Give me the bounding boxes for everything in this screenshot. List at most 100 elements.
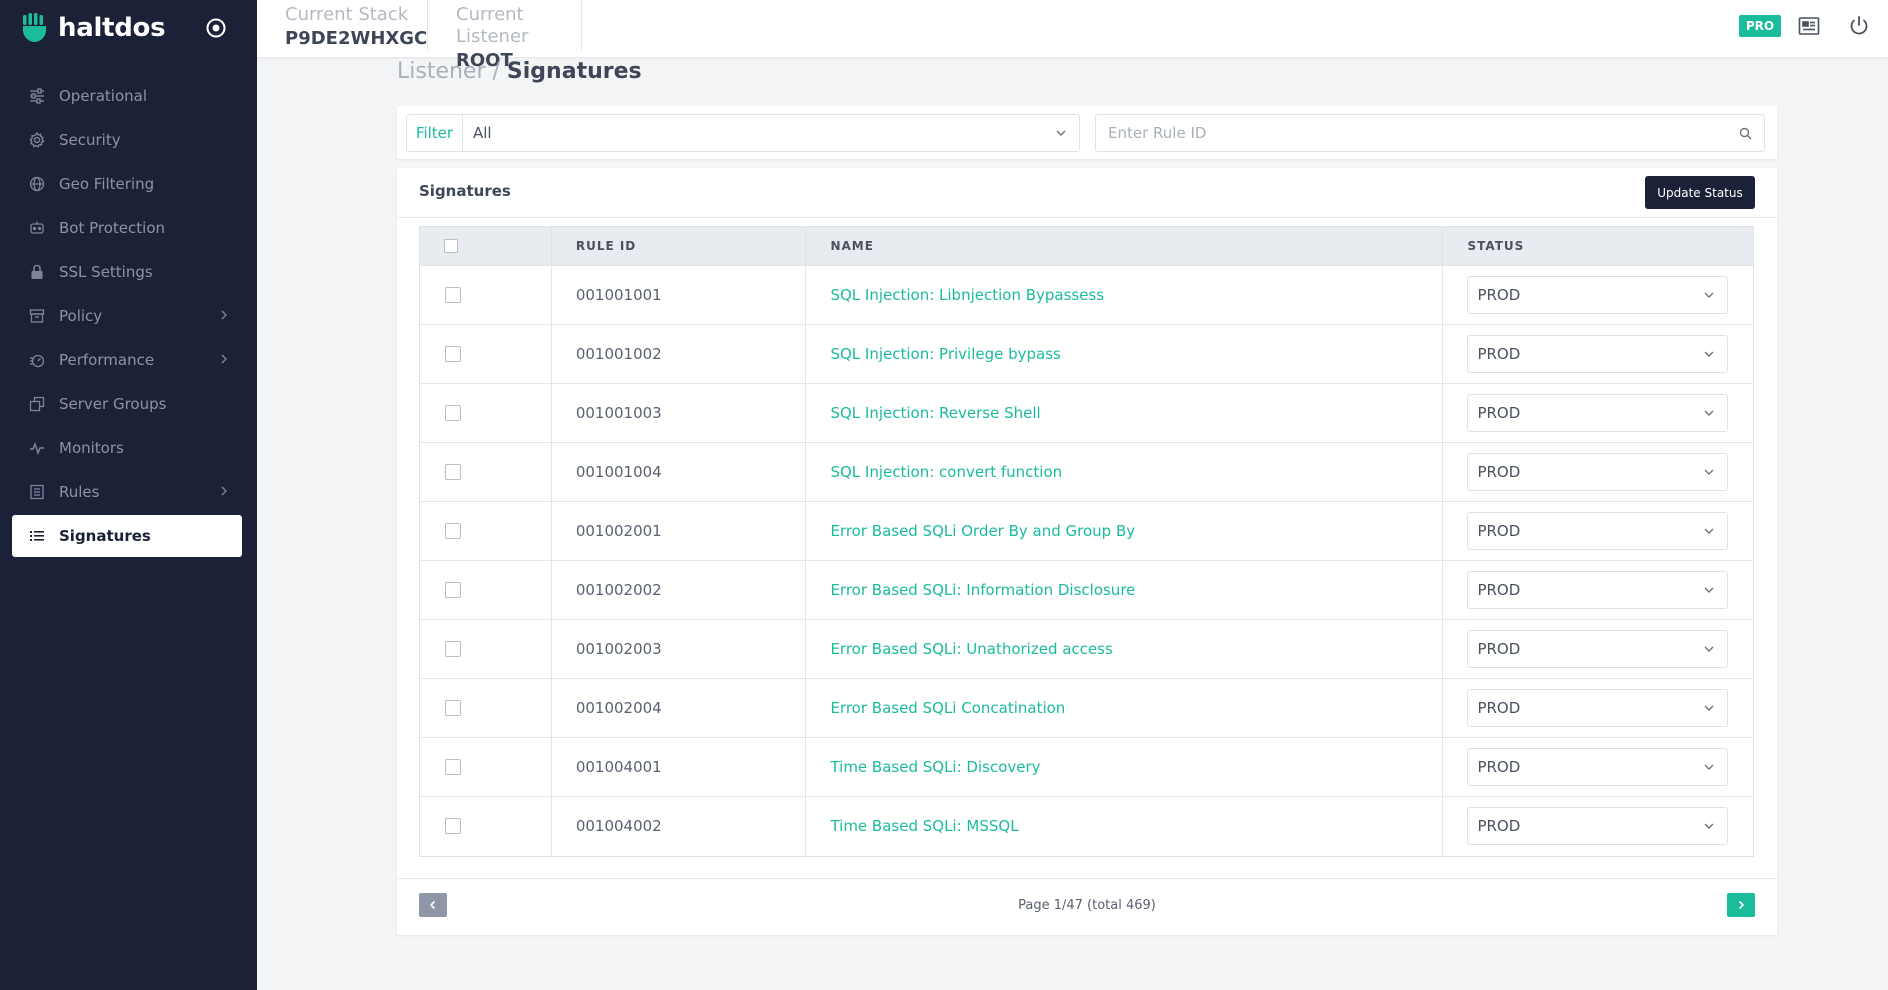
name-cell: SQL Injection: Libnjection Bypassess — [806, 266, 1444, 324]
status-select[interactable]: PROD — [1467, 276, 1729, 314]
rule-id-input[interactable] — [1096, 115, 1726, 151]
sidebar-item-monitors[interactable]: Monitors — [12, 427, 242, 469]
column-header-status[interactable]: STATUS — [1443, 227, 1753, 265]
sidebar-item-operational[interactable]: Operational — [12, 75, 242, 117]
update-status-button[interactable]: Update Status — [1645, 176, 1755, 209]
row-select-cell — [420, 502, 552, 560]
search-icon[interactable] — [1739, 127, 1752, 140]
signature-name-link[interactable]: Time Based SQLi: Discovery — [830, 758, 1040, 776]
status-value: PROD — [1477, 581, 1521, 599]
current-listener-selector[interactable]: Current Listener ROOT — [428, 0, 582, 71]
sidebar-item-label: Geo Filtering — [59, 175, 155, 193]
status-select[interactable]: PROD — [1467, 512, 1729, 550]
row-checkbox[interactable] — [445, 287, 461, 303]
name-cell: Error Based SQLi Concatination — [806, 679, 1444, 737]
row-checkbox[interactable] — [445, 641, 461, 657]
signature-name-link[interactable]: SQL Injection: Reverse Shell — [830, 404, 1040, 422]
filter-select[interactable]: All — [463, 115, 1079, 151]
sidebar-item-geo-filtering[interactable]: Geo Filtering — [12, 163, 242, 205]
row-select-cell — [420, 443, 552, 501]
name-cell: Error Based SQLi: Information Disclosure — [806, 561, 1444, 619]
sidebar-item-ssl-settings[interactable]: SSL Settings — [12, 251, 242, 293]
signature-name-link[interactable]: SQL Injection: Libnjection Bypassess — [830, 286, 1104, 304]
chevron-down-icon — [1704, 351, 1714, 357]
status-select[interactable]: PROD — [1467, 335, 1729, 373]
document-icon — [28, 484, 45, 501]
breadcrumb-separator: / — [485, 59, 507, 84]
sidebar-item-label: Policy — [59, 307, 103, 325]
status-select[interactable]: PROD — [1467, 453, 1729, 491]
row-checkbox[interactable] — [445, 818, 461, 834]
breadcrumb-parent[interactable]: Listener — [397, 59, 486, 84]
haltdos-logo-icon — [23, 13, 46, 42]
chevron-right-icon — [221, 310, 227, 320]
column-header-rule-id[interactable]: RULE ID — [552, 227, 807, 265]
row-select-cell — [420, 384, 552, 442]
chevron-down-icon — [1704, 646, 1714, 652]
status-value: PROD — [1477, 522, 1521, 540]
row-checkbox[interactable] — [445, 464, 461, 480]
status-select[interactable]: PROD — [1467, 571, 1729, 609]
table-row: 001002004 Error Based SQLi Concatination P… — [420, 679, 1753, 738]
sidebar: haltdos Operational Security Geo Filteri… — [0, 0, 257, 990]
sidebar-item-performance[interactable]: Performance — [12, 339, 242, 381]
sidebar-item-bot-protection[interactable]: Bot Protection — [12, 207, 242, 249]
sidebar-item-server-groups[interactable]: Server Groups — [12, 383, 242, 425]
row-checkbox[interactable] — [445, 346, 461, 362]
status-select[interactable]: PROD — [1467, 748, 1729, 786]
sidebar-item-policy[interactable]: Policy — [12, 295, 242, 337]
select-all-checkbox[interactable] — [444, 239, 458, 253]
sidebar-toggle-icon[interactable] — [205, 17, 227, 39]
rule-id-cell: 001002003 — [552, 620, 807, 678]
newspaper-icon[interactable] — [1797, 14, 1821, 38]
gear-icon — [28, 132, 45, 149]
signature-name-link[interactable]: SQL Injection: Privilege bypass — [830, 345, 1060, 363]
rule-id-cell: 001001004 — [552, 443, 807, 501]
row-checkbox[interactable] — [445, 405, 461, 421]
status-value: PROD — [1477, 758, 1521, 776]
current-stack-label: Current Stack — [285, 4, 409, 25]
row-checkbox[interactable] — [445, 759, 461, 775]
status-select[interactable]: PROD — [1467, 394, 1729, 432]
current-stack-selector[interactable]: Current Stack P9DE2WHXGC — [257, 0, 428, 50]
signature-name-link[interactable]: Error Based SQLi: Information Disclosure — [830, 581, 1135, 599]
sidebar-item-label: Server Groups — [59, 395, 167, 413]
signature-name-link[interactable]: Error Based SQLi Concatination — [830, 699, 1065, 717]
column-header-name[interactable]: NAME — [806, 227, 1444, 265]
chevron-right-icon — [221, 354, 227, 364]
status-select[interactable]: PROD — [1467, 807, 1729, 845]
status-select[interactable]: PROD — [1467, 630, 1729, 668]
signature-name-link[interactable]: Error Based SQLi Order By and Group By — [830, 522, 1135, 540]
pagination: Page 1/47 (total 469) — [397, 878, 1777, 935]
row-checkbox[interactable] — [445, 523, 461, 539]
signature-name-link[interactable]: Time Based SQLi: MSSQL — [830, 817, 1018, 835]
filter-selected-value: All — [473, 124, 492, 142]
table-row: 001001004 SQL Injection: convert function… — [420, 443, 1753, 502]
status-cell: PROD — [1443, 502, 1753, 560]
status-cell: PROD — [1443, 738, 1753, 796]
archive-icon — [28, 308, 45, 325]
status-cell: PROD — [1443, 325, 1753, 383]
sidebar-item-rules[interactable]: Rules — [12, 471, 242, 513]
sidebar-item-label: Operational — [59, 87, 148, 105]
next-page-button[interactable] — [1727, 893, 1755, 917]
chevron-right-icon — [1738, 900, 1745, 910]
sidebar-item-security[interactable]: Security — [12, 119, 242, 161]
signature-name-link[interactable]: Error Based SQLi: Unathorized access — [830, 640, 1112, 658]
row-checkbox[interactable] — [445, 582, 461, 598]
status-value: PROD — [1477, 345, 1521, 363]
rule-id-cell: 001002001 — [552, 502, 807, 560]
brand-logo[interactable]: haltdos — [20, 12, 166, 44]
card-header: Signatures Update Status — [397, 168, 1777, 218]
sidebar-item-signatures[interactable]: Signatures — [12, 515, 242, 557]
table-row: 001001003 SQL Injection: Reverse Shell PRO… — [420, 384, 1753, 443]
power-icon[interactable] — [1847, 14, 1871, 38]
status-select[interactable]: PROD — [1467, 689, 1729, 727]
chevron-down-icon — [1704, 705, 1714, 711]
filter-label: Filter — [407, 115, 463, 151]
row-checkbox[interactable] — [445, 700, 461, 716]
rule-id-cell: 001004002 — [552, 797, 807, 856]
signature-name-link[interactable]: SQL Injection: convert function — [830, 463, 1062, 481]
name-cell: Error Based SQLi Order By and Group By — [806, 502, 1444, 560]
sidebar-item-label: Performance — [59, 351, 155, 369]
